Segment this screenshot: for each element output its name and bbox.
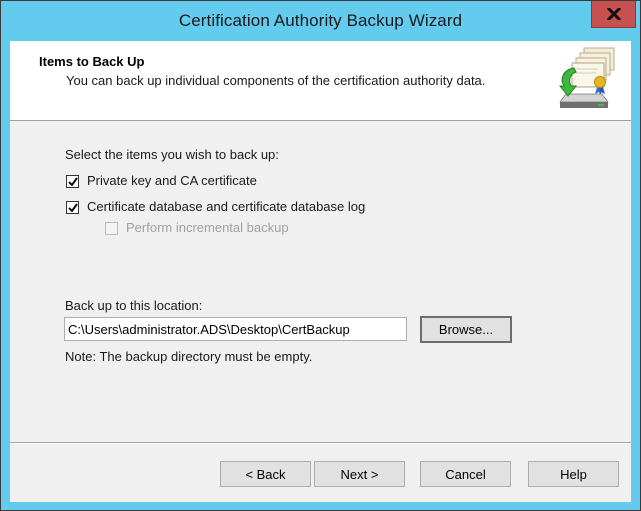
browse-button[interactable]: Browse... — [420, 316, 512, 343]
incremental-backup-label: Perform incremental backup — [126, 220, 289, 235]
select-items-label: Select the items you wish to back up: — [65, 147, 279, 162]
private-key-label[interactable]: Private key and CA certificate — [87, 173, 257, 188]
backup-location-label: Back up to this location: — [65, 298, 203, 313]
private-key-checkbox[interactable] — [66, 175, 79, 188]
certificate-backup-icon — [558, 46, 618, 114]
wizard-header: Items to Back Up You can back up individ… — [10, 41, 631, 121]
back-button[interactable]: < Back — [220, 461, 311, 487]
window-title: Certification Authority Backup Wizard — [178, 11, 463, 30]
certificate-database-label[interactable]: Certificate database and certificate dat… — [87, 199, 365, 214]
incremental-backup-checkbox[interactable] — [105, 222, 118, 235]
certificate-database-checkbox[interactable] — [66, 201, 79, 214]
page-subtitle: You can back up individual components of… — [66, 73, 486, 88]
wizard-window: Certification Authority Backup Wizard It… — [0, 0, 641, 511]
title-bar[interactable]: Certification Authority Backup Wizard — [1, 1, 640, 41]
backup-location-input[interactable] — [64, 317, 407, 341]
wizard-client-area: Items to Back Up You can back up individ… — [10, 41, 631, 502]
cancel-button[interactable]: Cancel — [420, 461, 511, 487]
footer-divider — [10, 442, 631, 444]
next-button[interactable]: Next > — [314, 461, 405, 487]
page-title: Items to Back Up — [39, 54, 145, 69]
help-button[interactable]: Help — [528, 461, 619, 487]
close-button[interactable] — [591, 1, 636, 28]
close-icon — [606, 8, 621, 20]
backup-note: Note: The backup directory must be empty… — [65, 349, 313, 364]
